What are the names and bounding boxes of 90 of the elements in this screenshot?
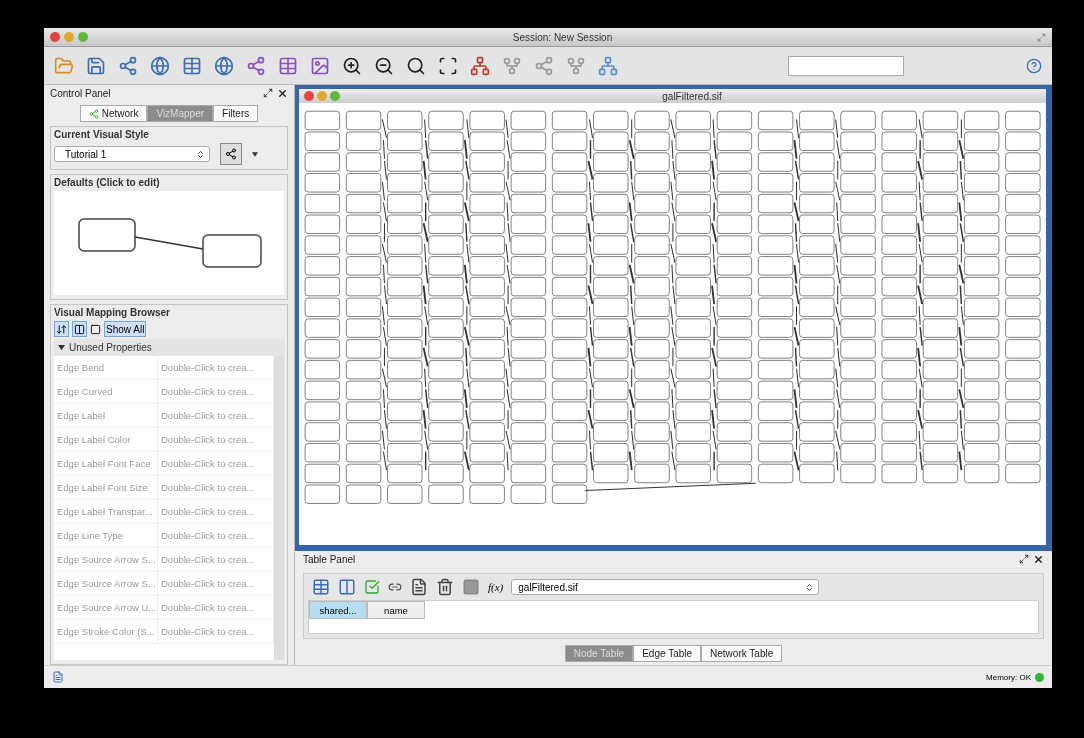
property-value[interactable]: Double-Click to crea... <box>158 380 274 403</box>
close-button[interactable] <box>304 91 314 101</box>
property-value[interactable]: Double-Click to crea... <box>158 596 274 619</box>
network-window-title: galFiltered.sif <box>661 90 723 102</box>
property-name: Edge Stroke Color (S... <box>54 620 158 643</box>
tab[interactable]: Filters <box>213 105 259 122</box>
property-name: Edge Label <box>54 404 158 427</box>
table-icon[interactable] <box>312 578 330 596</box>
tab[interactable]: Node Table <box>564 645 634 662</box>
tab[interactable]: VizMapper <box>147 105 214 122</box>
tab[interactable]: Edge Table <box>633 645 702 662</box>
property-name: Edge Line Type <box>54 524 158 547</box>
expand-selection-icon[interactable] <box>598 55 618 76</box>
network-icon <box>225 148 237 160</box>
property-value[interactable]: Double-Click to crea... <box>158 548 274 571</box>
property-name: Edge Source Arrow S... <box>54 548 158 571</box>
property-value[interactable]: Double-Click to crea... <box>158 620 274 643</box>
show-all-button[interactable]: Show All <box>104 321 147 337</box>
network-icon <box>88 108 99 119</box>
checkbox-icon[interactable] <box>364 579 380 595</box>
memory-status: Memory: OK <box>986 672 1044 682</box>
property-group[interactable]: Unused Properties <box>54 339 284 356</box>
property-value[interactable]: Double-Click to crea... <box>158 428 274 451</box>
column-header[interactable]: shared... <box>309 601 367 619</box>
new-document-icon[interactable] <box>410 578 428 596</box>
table-import-icon[interactable] <box>182 55 202 76</box>
section-title: Current Visual Style <box>54 129 150 140</box>
section-title: Defaults (Click to edit) <box>54 177 161 188</box>
network-import-icon[interactable] <box>118 55 138 76</box>
property-value[interactable]: Double-Click to crea... <box>158 356 274 379</box>
subnetwork-icon[interactable] <box>502 55 522 76</box>
network-export-icon[interactable] <box>246 55 266 76</box>
table-export-icon[interactable] <box>278 55 298 76</box>
style-dropdown[interactable]: Tutorial 1 <box>54 146 210 162</box>
network-dropdown[interactable]: galFiltered.sif <box>511 579 820 595</box>
property-value[interactable]: Double-Click to crea... <box>158 452 274 475</box>
property-name: Edge Curved <box>54 380 158 403</box>
float-icon[interactable] <box>1019 554 1029 564</box>
property-name: Edge Source Arrow U... <box>54 596 158 619</box>
columns-icon[interactable] <box>338 578 356 596</box>
save-icon[interactable] <box>86 55 106 76</box>
style-options-button[interactable] <box>220 143 242 165</box>
section-title: Visual Mapping Browser <box>54 307 171 318</box>
sort-button[interactable] <box>54 321 69 337</box>
property-value[interactable]: Double-Click to crea... <box>158 524 274 547</box>
square-icon[interactable] <box>462 578 480 596</box>
property-value[interactable]: Double-Click to crea... <box>158 572 274 595</box>
zoom-fit-icon[interactable] <box>438 55 458 76</box>
network-layout-icon[interactable] <box>470 55 490 76</box>
property-name: Edge Source Arrow S... <box>54 572 158 595</box>
window-title: Session: New Session <box>511 31 614 43</box>
link-icon[interactable] <box>388 580 402 594</box>
default-style-preview[interactable] <box>54 191 284 295</box>
panel-title: Table Panel <box>303 553 356 565</box>
panel-title: Control Panel <box>50 87 111 99</box>
float-icon[interactable] <box>263 88 273 98</box>
help-icon[interactable] <box>1026 57 1042 74</box>
property-value[interactable]: Double-Click to crea... <box>158 500 274 523</box>
tab[interactable]: Network <box>79 105 148 122</box>
folder-icon[interactable] <box>54 55 74 76</box>
close-icon[interactable] <box>1033 553 1044 565</box>
property-value[interactable]: Double-Click to crea... <box>158 476 274 499</box>
search-field[interactable] <box>788 55 904 76</box>
zoom-in-icon[interactable] <box>342 55 362 76</box>
updown-arrows-icon <box>805 582 815 592</box>
property-value[interactable]: Double-Click to crea... <box>158 404 274 427</box>
zoom-out-icon[interactable] <box>374 55 394 76</box>
property-name: Edge Label Font Face <box>54 452 158 475</box>
property-name: Edge Label Font Size <box>54 476 158 499</box>
caret-icon[interactable] <box>252 151 258 157</box>
globe-table-icon[interactable] <box>214 55 234 76</box>
property-name: Edge Label Transpar... <box>54 500 158 523</box>
categorize-button[interactable] <box>72 321 87 337</box>
property-name: Edge Label Color <box>54 428 158 451</box>
updown-arrows-icon <box>196 149 205 159</box>
fullscreen-icon[interactable] <box>1037 32 1046 42</box>
column-header[interactable]: name <box>367 601 425 619</box>
zoom-selected-icon[interactable] <box>406 55 426 76</box>
close-icon[interactable] <box>277 87 288 99</box>
property-name: Edge Bend <box>54 356 158 379</box>
function-button[interactable]: f(x) <box>488 581 504 593</box>
nodes-icon[interactable] <box>534 55 554 76</box>
neighbors-icon[interactable] <box>566 55 586 76</box>
close-button[interactable] <box>50 32 60 42</box>
document-icon[interactable] <box>52 671 64 683</box>
triangle-icon[interactable] <box>58 344 65 351</box>
trash-icon[interactable] <box>436 578 454 596</box>
image-export-icon[interactable] <box>310 55 330 76</box>
globe-network-icon[interactable] <box>150 55 170 76</box>
tab[interactable]: Network Table <box>701 645 783 662</box>
